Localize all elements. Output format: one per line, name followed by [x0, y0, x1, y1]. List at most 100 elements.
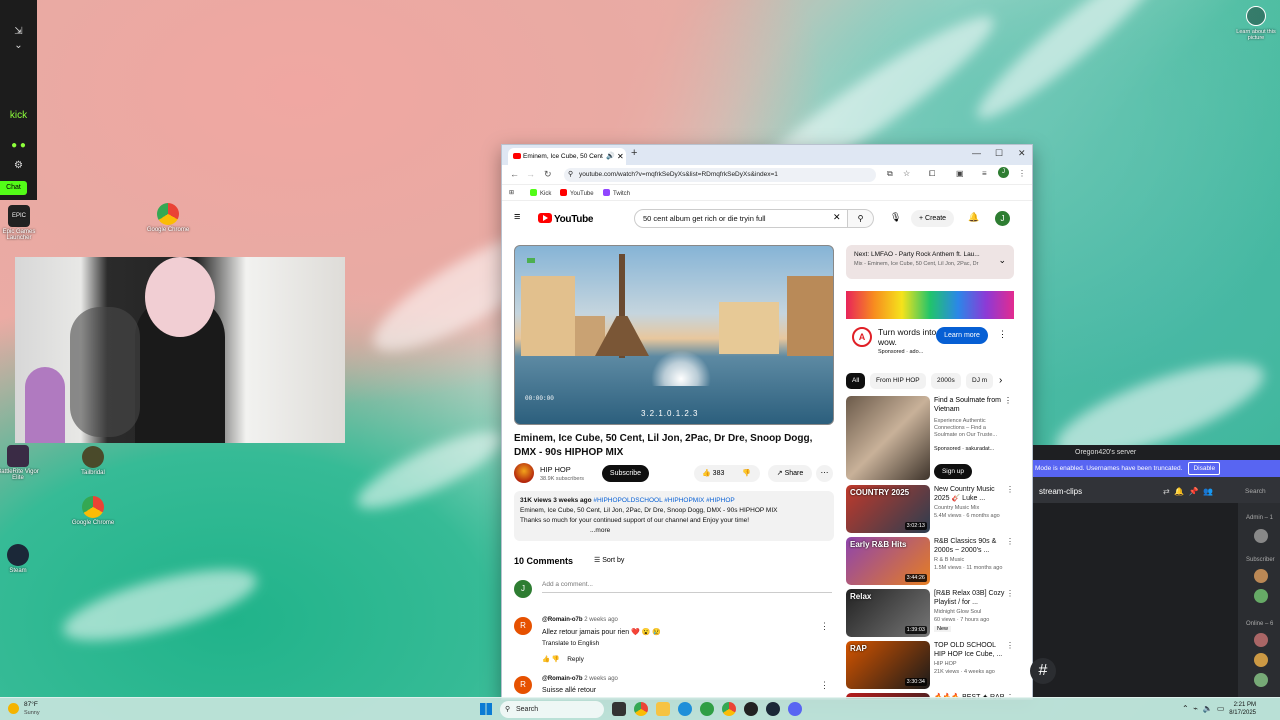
chat-button[interactable]: Chat — [0, 181, 27, 195]
chrome-icon[interactable] — [634, 702, 648, 716]
edge-icon[interactable] — [678, 702, 692, 716]
rec-more-icon[interactable]: ⋮ — [1006, 537, 1014, 546]
minimize-button[interactable]: — — [972, 148, 981, 158]
desktop-icon[interactable]: Google Chrome — [146, 203, 190, 233]
desktop-icon[interactable]: Tailbridal — [71, 446, 115, 476]
speaker-icon[interactable]: 🔊 — [606, 148, 615, 165]
network-icon[interactable]: ⌁ — [1193, 704, 1198, 713]
chip-dj[interactable]: DJ m — [966, 373, 994, 389]
video-thumbnail[interactable]: Relax 1:39:03 — [846, 589, 930, 637]
desktop-icon[interactable]: EPIC Epic Games Launcher — [0, 205, 41, 241]
hamburger-menu-icon[interactable]: ≡ — [514, 211, 520, 223]
hashtags[interactable]: #HIPHOPOLDSCHOOL #HIPHOPMIX #HIPHOP — [593, 497, 734, 504]
dislike-button[interactable]: 👎 — [742, 465, 751, 482]
microphone-icon[interactable]: 🎙 — [890, 212, 901, 223]
more-actions-icon[interactable]: ⋯ — [816, 465, 833, 482]
like-comment-icon[interactable]: 👍 — [542, 656, 550, 663]
sponsored-recommendation[interactable]: Find a Soulmate from Vietnam Experience … — [846, 396, 1014, 482]
description-box[interactable]: 31K views 3 weeks ago #HIPHOPOLDSCHOOL #… — [514, 491, 834, 541]
recommendation-item[interactable]: Early R&B Hits 3:44:26 R&B Classics 90s & … — [846, 537, 1014, 587]
member-avatar[interactable] — [1254, 589, 1268, 603]
windows-start-icon[interactable] — [480, 703, 492, 715]
steam-icon[interactable] — [766, 702, 780, 716]
commenter-avatar[interactable]: R — [514, 676, 532, 694]
add-comment-input[interactable]: Add a comment... — [542, 581, 832, 593]
pin-icon[interactable]: 📌 — [1189, 487, 1199, 496]
sort-by-button[interactable]: ☰ Sort by — [594, 556, 624, 564]
disable-button[interactable]: Disable — [1188, 462, 1221, 475]
browser-tab[interactable]: Eminem, Ice Cube, 50 Cent 🔊 ✕ — [508, 148, 626, 165]
channel-avatar[interactable] — [514, 463, 534, 483]
show-more-link[interactable]: ...more — [520, 526, 828, 536]
reply-button[interactable]: Reply — [567, 656, 584, 663]
profile-avatar[interactable]: J — [998, 167, 1009, 178]
chip-from-channel[interactable]: From HIP HOP — [870, 373, 926, 389]
battery-icon[interactable]: ▭ — [1217, 704, 1225, 713]
share-button[interactable]: ↗ Share — [768, 465, 812, 482]
chip-all[interactable]: All — [846, 373, 866, 389]
member-avatar[interactable] — [1254, 529, 1268, 543]
video-thumbnail[interactable]: Early R&B Hits 3:44:26 — [846, 537, 930, 585]
member-avatar[interactable] — [1254, 569, 1268, 583]
notifications-bell-icon[interactable]: 🔔 — [968, 212, 979, 223]
maximize-button[interactable]: ☐ — [995, 148, 1003, 159]
rec-more-icon[interactable]: ⋮ — [1006, 485, 1014, 494]
learn-about-picture[interactable]: Learn about this picture — [1236, 6, 1276, 41]
menu-kebab-icon[interactable]: ⋮ — [1018, 169, 1026, 178]
close-window-button[interactable]: ✕ — [1018, 148, 1026, 159]
speaker-icon[interactable]: 🔈 — [1202, 704, 1212, 713]
learn-more-button[interactable]: Learn more — [936, 327, 988, 344]
new-tab-button[interactable]: + — [631, 147, 637, 159]
cast-icon[interactable]: ⧉ — [887, 169, 893, 179]
comment-more-icon[interactable]: ⋮ — [820, 680, 829, 691]
chat-bubble-icon[interactable]: ● ● — [0, 140, 37, 151]
chip-2000s[interactable]: 2000s — [931, 373, 961, 389]
clock[interactable]: 2:21 PM 8/17/2025 — [1229, 701, 1256, 717]
site-info-icon[interactable]: ⚲ — [568, 168, 573, 182]
sign-up-button[interactable]: Sign up — [934, 464, 972, 479]
ad-more-icon[interactable]: ⋮ — [998, 329, 1007, 340]
youtube-logo[interactable]: YouTube — [538, 213, 594, 225]
desktop-icon[interactable]: BattleRite Vigor Elite — [0, 445, 40, 481]
url-field[interactable]: ⚲ youtube.com/watch?v=mqfrkSeDyXs&list=R… — [564, 168, 876, 182]
rec-more-icon[interactable]: ⋮ — [1004, 396, 1012, 405]
reload-icon[interactable]: ↻ — [544, 169, 552, 180]
recommendation-item[interactable]: Relax 1:39:03 [R&B Relax 03B] Cozy Playlis… — [846, 589, 1014, 639]
autoplay-next-box[interactable]: Next: LMFAO - Party Rock Anthem ft. Lau.… — [846, 245, 1014, 279]
forward-icon[interactable]: → — [526, 169, 535, 179]
desktop-icon[interactable]: Steam — [0, 544, 40, 574]
create-button[interactable]: + Create — [911, 210, 955, 227]
back-icon[interactable]: ← — [510, 169, 519, 179]
dislike-comment-icon[interactable]: 👎 — [552, 656, 560, 663]
bookmark-youtube[interactable]: YouTube — [560, 189, 594, 197]
taskbar-search[interactable]: ⚲ Search — [500, 701, 604, 718]
bookmark-star-icon[interactable]: ☆ — [903, 169, 910, 178]
close-tab-icon[interactable]: ✕ — [617, 148, 624, 165]
rec-more-icon[interactable]: ⋮ — [1006, 589, 1014, 598]
comment-more-icon[interactable]: ⋮ — [820, 621, 829, 632]
video-thumbnail[interactable]: RAP 3:30:34 — [846, 641, 930, 689]
apps-grid-icon[interactable]: ⊞ — [509, 189, 514, 196]
notification-icon[interactable]: 🔔 — [1174, 487, 1184, 496]
threads-icon[interactable]: ⇄ — [1163, 487, 1170, 496]
bookmark-twitch[interactable]: Twitch — [603, 189, 630, 197]
member-avatar[interactable] — [1254, 653, 1268, 667]
obs-icon[interactable] — [744, 702, 758, 716]
commenter-avatar[interactable]: R — [514, 617, 532, 635]
recommendation-item[interactable]: RAP 3:30:34 TOP OLD SCHOOL HIP HOP Ice Cub… — [846, 641, 1014, 691]
chevron-up-icon[interactable]: ⌃ — [1182, 704, 1189, 713]
hashtag-icon[interactable]: # — [1030, 658, 1056, 684]
chrome-icon[interactable] — [722, 702, 736, 716]
members-icon[interactable]: 👥 — [1203, 487, 1213, 496]
recommendation-item[interactable]: COUNTRY 2025 3:02:13 New Country Music 202… — [846, 485, 1014, 535]
clear-search-icon[interactable]: ✕ — [833, 212, 841, 223]
like-button[interactable]: 👍 383 — [702, 465, 724, 482]
media-icon[interactable]: ≡ — [982, 169, 987, 178]
settings-icon[interactable]: ⚙ — [0, 160, 37, 171]
video-thumbnail[interactable]: COUNTRY 2025 3:02:13 — [846, 485, 930, 533]
search-button[interactable]: ⚲ — [848, 209, 874, 228]
user-avatar[interactable]: J — [995, 211, 1010, 226]
kick-icon[interactable]: kick — [0, 110, 37, 121]
xbox-icon[interactable] — [700, 702, 714, 716]
bookmark-kick[interactable]: Kick — [530, 189, 551, 197]
